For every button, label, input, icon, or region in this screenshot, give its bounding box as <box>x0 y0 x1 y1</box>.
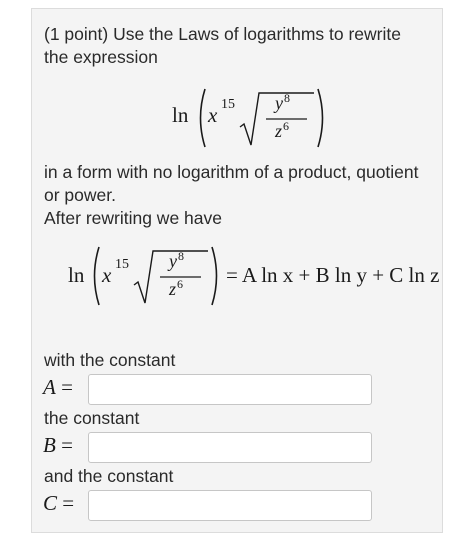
points-label: (1 point) <box>44 24 109 44</box>
expression-display: ln x 15 y8 z6 <box>172 87 332 149</box>
base-exponent: 15 <box>115 257 129 272</box>
ln-operator: ln <box>172 103 189 127</box>
form-line-1: in a form with no logarithm of a product… <box>44 162 419 182</box>
answer-c-input[interactable] <box>88 490 372 521</box>
answer-a-label: with the constant <box>44 350 176 370</box>
base-variable: x <box>102 263 112 287</box>
fraction-denominator: z6 <box>275 119 290 141</box>
after-rewriting-text: After rewriting we have <box>44 208 222 228</box>
problem-card: (1 point) Use the Laws of logarithms to … <box>31 8 443 533</box>
ln-operator: ln <box>68 263 85 287</box>
answer-b-input[interactable] <box>88 432 372 463</box>
left-paren-icon <box>93 246 100 306</box>
base-variable: x <box>208 103 218 127</box>
instruction-line-2: the expression <box>44 47 158 67</box>
right-paren-icon <box>317 88 324 148</box>
base-exponent: 15 <box>221 97 235 112</box>
answer-b-label: the constant <box>44 408 140 428</box>
answer-a-input[interactable] <box>88 374 372 405</box>
constant-b-symbol: B = <box>43 433 73 457</box>
instruction-text: Use the Laws of logarithms to rewrite <box>113 24 401 44</box>
instruction-line-1: (1 point) Use the Laws of logarithms to … <box>44 23 401 46</box>
equation-rhs: = A ln x + B ln y + C ln z <box>226 263 440 287</box>
form-line-2: or power. <box>44 185 116 205</box>
fraction-numerator: y8 <box>169 249 184 271</box>
constant-a-symbol: A = <box>43 375 73 399</box>
answer-c-label: and the constant <box>44 466 174 486</box>
equation-display: ln x 15 y8 z6 = A ln x + B ln y + C ln z <box>68 245 439 307</box>
left-paren-icon <box>199 88 206 148</box>
fraction-numerator: y8 <box>275 91 290 113</box>
constant-c-symbol: C = <box>43 491 75 515</box>
fraction-denominator: z6 <box>169 277 184 299</box>
right-paren-icon <box>211 246 218 306</box>
